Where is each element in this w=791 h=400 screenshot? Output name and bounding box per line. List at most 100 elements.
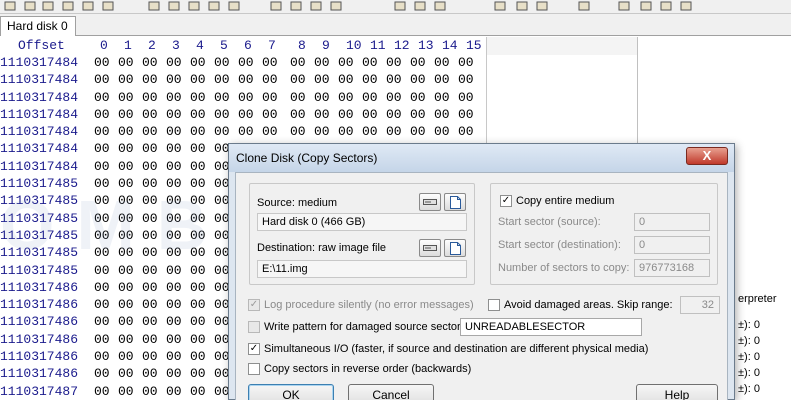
byte-cell[interactable]: 00 <box>118 366 142 381</box>
byte-cell[interactable]: 00 <box>142 349 166 364</box>
byte-cell[interactable]: 00 <box>118 211 142 226</box>
byte-cell[interactable]: 00 <box>142 263 166 278</box>
byte-cell[interactable]: 00 <box>386 55 410 70</box>
paste-icon[interactable] <box>166 0 182 12</box>
skip-range-field[interactable]: 32 <box>680 296 720 314</box>
undo-icon[interactable] <box>100 0 116 12</box>
byte-cell[interactable]: 00 <box>166 141 190 156</box>
byte-cell[interactable]: 00 <box>118 297 142 312</box>
byte-cell[interactable]: 00 <box>290 124 314 139</box>
stop-icon[interactable] <box>638 0 654 12</box>
byte-cell[interactable]: 00 <box>94 349 118 364</box>
byte-cell[interactable]: 00 <box>386 124 410 139</box>
byte-cell[interactable]: 00 <box>314 72 338 87</box>
source-properties-button[interactable] <box>444 193 466 211</box>
byte-cell[interactable]: 00 <box>190 280 214 295</box>
byte-cell[interactable]: 00 <box>434 55 458 70</box>
start-sector-destination-field[interactable]: 0 <box>634 236 710 254</box>
byte-cell[interactable]: 00 <box>338 124 362 139</box>
byte-cell[interactable]: 00 <box>166 280 190 295</box>
byte-cell[interactable]: 00 <box>190 263 214 278</box>
byte-cell[interactable]: 00 <box>238 107 262 122</box>
byte-cell[interactable]: 00 <box>214 90 238 105</box>
byte-cell[interactable]: 00 <box>362 90 386 105</box>
destination-properties-button[interactable] <box>444 239 466 257</box>
byte-cell[interactable]: 00 <box>118 332 142 347</box>
byte-cell[interactable]: 00 <box>190 297 214 312</box>
byte-cell[interactable]: 00 <box>190 228 214 243</box>
byte-cell[interactable]: 00 <box>434 72 458 87</box>
byte-cell[interactable]: 00 <box>190 107 214 122</box>
byte-cell[interactable]: 00 <box>190 332 214 347</box>
byte-cell[interactable]: 00 <box>166 245 190 260</box>
byte-cell[interactable]: 00 <box>94 366 118 381</box>
byte-cell[interactable]: 00 <box>410 124 434 139</box>
byte-cell[interactable]: 00 <box>362 72 386 87</box>
byte-cell[interactable]: 00 <box>118 176 142 191</box>
byte-cell[interactable]: 00 <box>190 90 214 105</box>
byte-cell[interactable]: 00 <box>362 55 386 70</box>
byte-cell[interactable]: 00 <box>94 176 118 191</box>
cancel-button[interactable]: Cancel <box>348 384 434 400</box>
byte-cell[interactable]: 00 <box>190 159 214 174</box>
byte-cell[interactable]: 00 <box>386 107 410 122</box>
byte-cell[interactable]: 00 <box>94 314 118 329</box>
write-pattern-checkbox[interactable] <box>248 321 260 333</box>
byte-cell[interactable]: 00 <box>118 314 142 329</box>
tab-hard-disk-0[interactable]: Hard disk 0 <box>0 16 76 36</box>
simultaneous-io-checkbox[interactable]: ✓ <box>248 343 260 355</box>
byte-cell[interactable]: 00 <box>166 193 190 208</box>
prev-icon[interactable] <box>576 0 592 12</box>
pattern-field[interactable]: UNREADABLESECTOR <box>460 318 642 336</box>
row-bytes[interactable]: 00000000000000000000000000000000 <box>94 90 482 105</box>
save-icon[interactable] <box>40 0 56 12</box>
byte-cell[interactable]: 00 <box>142 72 166 87</box>
byte-cell[interactable]: 00 <box>166 55 190 70</box>
byte-cell[interactable]: 00 <box>190 314 214 329</box>
byte-cell[interactable]: 00 <box>262 55 290 70</box>
byte-cell[interactable]: 00 <box>94 263 118 278</box>
byte-cell[interactable]: 00 <box>190 176 214 191</box>
byte-cell[interactable]: 00 <box>434 107 458 122</box>
byte-cell[interactable]: 00 <box>362 107 386 122</box>
byte-cell[interactable]: 00 <box>142 176 166 191</box>
byte-cell[interactable]: 00 <box>94 72 118 87</box>
row-bytes[interactable]: 00000000000000000000000000000000 <box>94 124 482 139</box>
byte-cell[interactable]: 00 <box>118 263 142 278</box>
byte-cell[interactable]: 00 <box>338 55 362 70</box>
byte-cell[interactable]: 00 <box>386 72 410 87</box>
number-of-sectors-field[interactable]: 976773168 <box>634 259 710 277</box>
next-icon[interactable] <box>616 0 632 12</box>
byte-cell[interactable]: 00 <box>118 384 142 399</box>
byte-cell[interactable]: 00 <box>290 107 314 122</box>
byte-cell[interactable]: 00 <box>94 280 118 295</box>
byte-cell[interactable]: 00 <box>94 141 118 156</box>
byte-cell[interactable]: 00 <box>262 107 290 122</box>
tools-icon[interactable] <box>534 0 550 12</box>
byte-cell[interactable]: 00 <box>190 366 214 381</box>
byte-cell[interactable]: 00 <box>434 90 458 105</box>
byte-cell[interactable]: 00 <box>166 263 190 278</box>
byte-cell[interactable]: 00 <box>458 124 482 139</box>
byte-cell[interactable]: 00 <box>94 193 118 208</box>
byte-cell[interactable]: 00 <box>94 211 118 226</box>
byte-cell[interactable]: 00 <box>290 55 314 70</box>
replace-hex-icon[interactable] <box>288 0 304 12</box>
byte-cell[interactable]: 00 <box>410 55 434 70</box>
start-sector-source-field[interactable]: 0 <box>634 213 710 231</box>
byte-cell[interactable]: 00 <box>142 124 166 139</box>
byte-cell[interactable]: 00 <box>314 107 338 122</box>
help-button[interactable]: Help <box>636 384 718 400</box>
byte-cell[interactable]: 00 <box>118 90 142 105</box>
byte-cell[interactable]: 00 <box>142 366 166 381</box>
byte-cell[interactable]: 00 <box>142 193 166 208</box>
byte-cell[interactable]: 00 <box>166 72 190 87</box>
byte-cell[interactable]: 00 <box>118 141 142 156</box>
byte-cell[interactable]: 00 <box>290 90 314 105</box>
byte-cell[interactable]: 00 <box>410 107 434 122</box>
byte-cell[interactable]: 00 <box>118 55 142 70</box>
byte-cell[interactable]: 00 <box>118 107 142 122</box>
replace-icon[interactable] <box>268 0 284 12</box>
byte-cell[interactable]: 00 <box>166 349 190 364</box>
forward-icon[interactable] <box>412 0 428 12</box>
